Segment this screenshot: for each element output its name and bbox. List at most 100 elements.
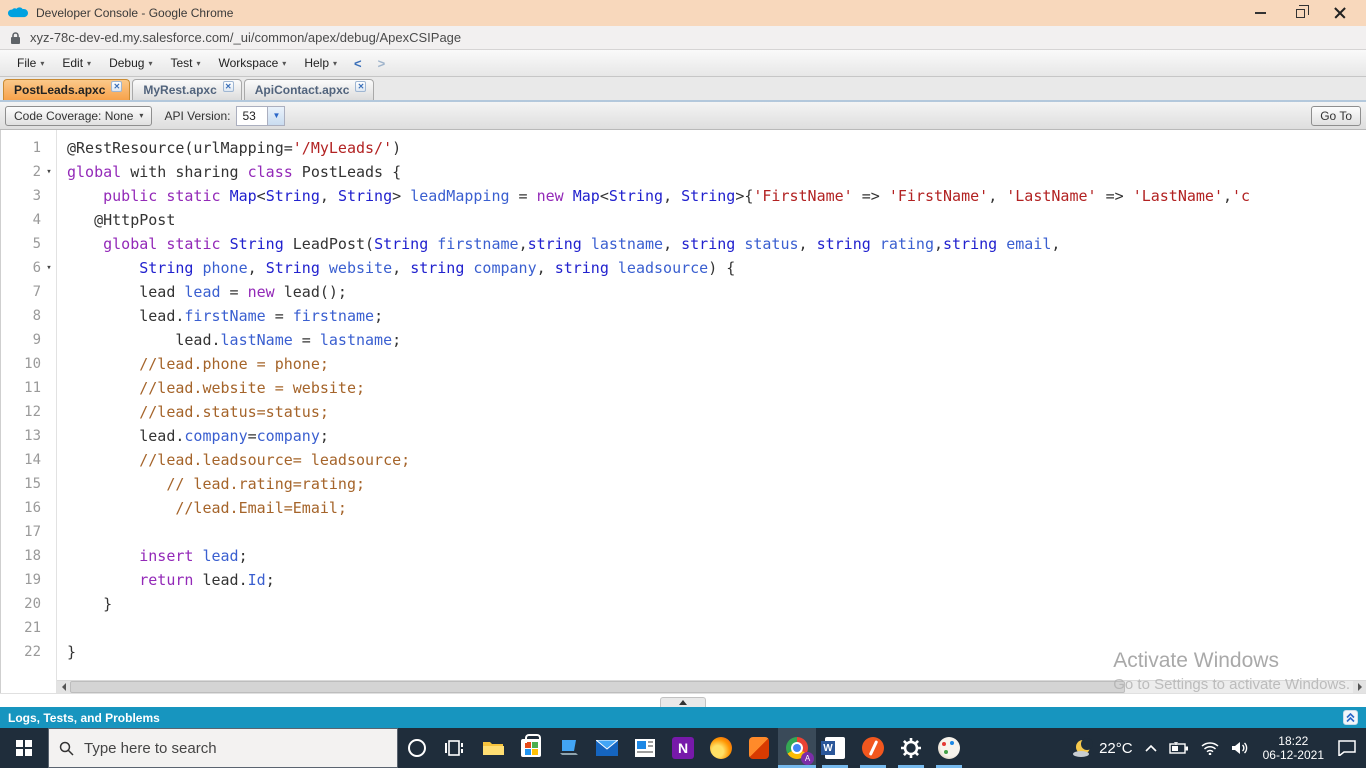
fold-arrow-icon[interactable]: ▾	[41, 256, 57, 280]
tab-label: ApiContact.apxc	[254, 83, 350, 97]
tab-close-icon[interactable]: ✕	[111, 80, 123, 92]
hidden-icons-button[interactable]	[1139, 728, 1163, 768]
tab-myrest-apxc[interactable]: MyRest.apxc ✕	[132, 79, 242, 100]
menu-item-test[interactable]: Test	[161, 56, 209, 70]
settings-gear-icon[interactable]	[892, 728, 930, 768]
menu-item-workspace[interactable]: Workspace	[209, 56, 295, 70]
menu-item-help[interactable]: Help	[295, 56, 346, 70]
code-text: // lead.rating=rating;	[166, 475, 366, 493]
code-line[interactable]: 15 // lead.rating=rating;	[1, 472, 1366, 496]
mail-icon[interactable]	[588, 728, 626, 768]
code-line[interactable]: 4 @HttpPost	[1, 208, 1366, 232]
url-bar[interactable]: xyz-78c-dev-ed.my.salesforce.com/_ui/com…	[0, 26, 1366, 50]
code-line[interactable]: 2 ▾ global with sharing class PostLeads {	[1, 160, 1366, 184]
scroll-right-arrow[interactable]	[1353, 681, 1366, 693]
menu-item-file[interactable]: File	[8, 56, 53, 70]
paint-icon[interactable]	[930, 728, 968, 768]
code-editor[interactable]: 1 @RestResource(urlMapping='/MyLeads/') 2 ▾…	[0, 130, 1366, 693]
line-number: 1	[32, 140, 41, 156]
code-line[interactable]: 12 //lead.status=status;	[1, 400, 1366, 424]
code-line[interactable]: 11 //lead.website = website;	[1, 376, 1366, 400]
double-chevron-up-icon	[1346, 712, 1355, 722]
tab-close-icon[interactable]: ✕	[222, 80, 234, 92]
chevron-down-icon: ▼	[267, 106, 285, 125]
chrome-icon[interactable]: A	[778, 728, 816, 768]
weather-tray-item[interactable]: 22°C	[1065, 728, 1139, 768]
battery-icon[interactable]	[1163, 728, 1195, 768]
code-pane[interactable]: 1 @RestResource(urlMapping='/MyLeads/') 2 ▾…	[1, 136, 1366, 664]
your-phone-icon[interactable]	[550, 728, 588, 768]
console-menubar: FileEditDebugTestWorkspaceHelp < >	[0, 50, 1366, 77]
task-view-icon[interactable]	[436, 728, 474, 768]
minimize-button[interactable]	[1240, 1, 1280, 25]
code-text: lead.lastName = lastname;	[67, 331, 402, 349]
code-line[interactable]: 14 //lead.leadsource= leadsource;	[1, 448, 1366, 472]
code-line[interactable]: 3 public static Map<String, String> lead…	[1, 184, 1366, 208]
onenote-icon[interactable]: N	[664, 728, 702, 768]
code-line[interactable]: 16 //lead.Email=Email;	[1, 496, 1366, 520]
microsoft-store-icon[interactable]	[512, 728, 550, 768]
tab-postleads-apxc[interactable]: PostLeads.apxc ✕	[3, 79, 131, 100]
code-line[interactable]: 17	[1, 520, 1366, 544]
taskbar-clock[interactable]: 18:22 06-12-2021	[1255, 734, 1332, 762]
line-number: 17	[24, 524, 41, 540]
code-line[interactable]: 10 //lead.phone = phone;	[1, 352, 1366, 376]
volume-icon[interactable]	[1225, 728, 1255, 768]
code-line[interactable]: 1 @RestResource(urlMapping='/MyLeads/')	[1, 136, 1366, 160]
logs-tests-problems-bar[interactable]: Logs, Tests, and Problems	[0, 707, 1366, 728]
code-line[interactable]: 18 insert lead;	[1, 544, 1366, 568]
code-line[interactable]: 20 }	[1, 592, 1366, 616]
goto-button[interactable]: Go To	[1311, 105, 1361, 126]
cortana-icon[interactable]	[398, 728, 436, 768]
editor-tabbar: PostLeads.apxc ✕ MyRest.apxc ✕ ApiContact.ap…	[0, 77, 1366, 102]
code-coverage-dropdown[interactable]: Code Coverage: None ▾	[5, 105, 153, 126]
orange-pencil-app-icon[interactable]	[854, 728, 892, 768]
firefox-icon[interactable]	[702, 728, 740, 768]
code-line[interactable]: 13 lead.company=company;	[1, 424, 1366, 448]
code-text: //lead.Email=Email;	[175, 499, 347, 517]
tab-close-icon[interactable]: ✕	[355, 80, 367, 92]
tab-apicontact-apxc[interactable]: ApiContact.apxc ✕	[243, 79, 375, 100]
code-text: return lead.Id;	[139, 571, 275, 589]
api-version-select[interactable]: 53 ▼	[236, 105, 286, 126]
close-button[interactable]	[1320, 1, 1360, 25]
code-line[interactable]: 7 lead lead = new lead();	[1, 280, 1366, 304]
window-titlebar: Developer Console - Google Chrome	[0, 0, 1366, 26]
expand-panel-button[interactable]	[1343, 710, 1358, 725]
word-icon[interactable]: W	[816, 728, 854, 768]
tray-date: 06-12-2021	[1262, 748, 1324, 762]
nav-forward-arrow[interactable]: >	[370, 56, 394, 71]
code-line[interactable]: 19 return lead.Id;	[1, 568, 1366, 592]
lock-icon	[11, 31, 20, 44]
menu-item-edit[interactable]: Edit	[53, 56, 100, 70]
search-input[interactable]	[84, 739, 364, 757]
action-center-button[interactable]	[1332, 728, 1362, 768]
taskbar-search[interactable]	[48, 728, 398, 768]
code-text: //lead.leadsource= leadsource;	[139, 451, 411, 469]
restore-button[interactable]	[1280, 1, 1320, 25]
scrollbar-track[interactable]	[1125, 681, 1353, 693]
line-number: 16	[24, 500, 41, 516]
code-line[interactable]: 22}	[1, 640, 1366, 664]
file-explorer-icon[interactable]	[474, 728, 512, 768]
news-icon[interactable]	[626, 728, 664, 768]
wifi-icon[interactable]	[1195, 728, 1225, 768]
code-line[interactable]: 6 ▾ String phone, String website, string …	[1, 256, 1366, 280]
fold-arrow-icon[interactable]: ▾	[41, 160, 57, 184]
scroll-left-arrow[interactable]	[57, 681, 70, 693]
scrollbar-thumb[interactable]	[70, 681, 1125, 693]
start-button[interactable]	[0, 728, 48, 768]
panel-expand-handle[interactable]	[660, 697, 706, 707]
nav-back-arrow[interactable]: <	[346, 56, 370, 71]
code-line[interactable]: 5 global static String LeadPost(String f…	[1, 232, 1366, 256]
menu-item-debug[interactable]: Debug	[100, 56, 161, 70]
horizontal-scrollbar[interactable]	[57, 680, 1366, 693]
code-line[interactable]: 8 lead.firstName = firstname;	[1, 304, 1366, 328]
office-icon[interactable]	[740, 728, 778, 768]
code-line[interactable]: 21	[1, 616, 1366, 640]
code-line[interactable]: 9 lead.lastName = lastname;	[1, 328, 1366, 352]
